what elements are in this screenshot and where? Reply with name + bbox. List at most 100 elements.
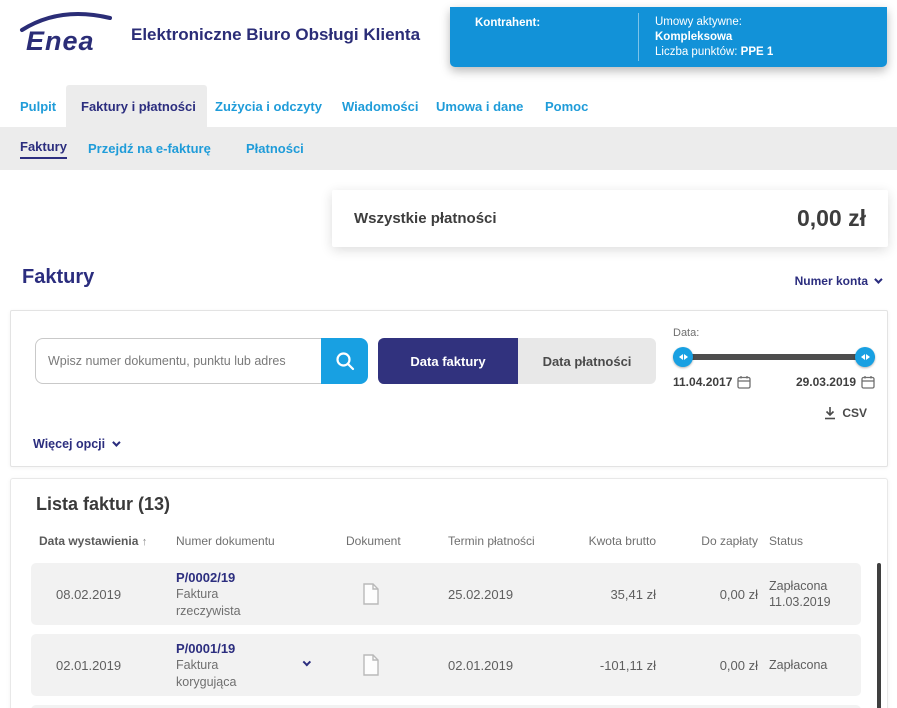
slider-handle-glyph — [866, 354, 870, 360]
invoice-type-label: Faktura korygująca — [176, 657, 281, 691]
date-to-calendar-button[interactable] — [861, 375, 875, 389]
calendar-icon — [861, 375, 875, 389]
nav-item-pulpit[interactable]: Pulpit — [20, 85, 56, 127]
search-bar — [35, 338, 368, 384]
cell-status: Zapłacona 11.03.2019 — [758, 578, 861, 610]
cell-issue-date: 08.02.2019 — [31, 587, 151, 602]
document-icon — [362, 654, 380, 676]
date-range-slider[interactable] — [673, 347, 875, 367]
column-header-due-date[interactable]: Termin płatności — [416, 534, 556, 548]
top-header: Enea Elektroniczne Biuro Obsługi Klienta… — [0, 0, 897, 70]
date-from-calendar-button[interactable] — [737, 375, 751, 389]
contracts-value: Kompleksowa — [655, 30, 887, 45]
summary-value: 0,00 zł — [797, 205, 866, 232]
date-to-value: 29.03.2019 — [796, 375, 856, 389]
date-range-group: Data: 11.04.2017 — [673, 327, 875, 389]
slider-handle-end[interactable] — [855, 347, 875, 367]
cell-to-pay-amount: 0,00 zł — [656, 587, 758, 602]
invoice-number-link[interactable]: P/0002/19 — [176, 569, 281, 586]
column-header-gross[interactable]: Kwota brutto — [556, 534, 656, 548]
toggle-data-faktury[interactable]: Data faktury — [378, 338, 518, 384]
cell-due-date: 02.01.2019 — [416, 658, 556, 673]
nav-item-faktury-i-platnosci[interactable]: Faktury i płatności — [81, 85, 196, 127]
nav-item-pomoc[interactable]: Pomoc — [545, 85, 588, 127]
subnav-item-platnosci[interactable]: Płatności — [246, 127, 304, 170]
column-header-status[interactable]: Status — [758, 534, 861, 548]
subnav-item-e-faktura[interactable]: Przejdź na e-fakturę — [88, 127, 211, 170]
date-from-value: 11.04.2017 — [673, 375, 732, 389]
logo-text: Enea — [26, 26, 95, 57]
points-label: Liczba punktów: — [655, 46, 737, 58]
contracts-label: Umowy aktywne: — [655, 15, 887, 30]
nav-item-wiadomosci[interactable]: Wiadomości — [342, 85, 418, 127]
date-to-group: 29.03.2019 — [796, 375, 875, 389]
toggle-data-platnosci[interactable]: Data płatności — [518, 338, 656, 384]
cell-gross-amount: -101,11 zł — [556, 658, 656, 673]
download-icon — [824, 407, 836, 420]
table-row: 08.02.2019 P/0002/19 Faktura rzeczywista… — [31, 563, 861, 625]
nav-item-umowa-i-dane[interactable]: Umowa i dane — [436, 85, 523, 127]
nav-item-zuzycia-i-odczyty[interactable]: Zużycia i odczyty — [215, 85, 322, 127]
sort-asc-icon: ↑ — [142, 536, 148, 548]
slider-handle-start[interactable] — [673, 347, 693, 367]
csv-export-link[interactable]: CSV — [824, 406, 867, 420]
date-range-label: Data: — [673, 327, 875, 339]
invoice-list-title: Lista faktur (13) — [36, 494, 170, 515]
summary-label: Wszystkie płatności — [354, 210, 497, 227]
points-value: PPE 1 — [741, 46, 774, 58]
page-title: Faktury — [22, 266, 94, 289]
cell-to-pay-amount: 0,00 zł — [656, 658, 758, 673]
column-header-to-pay[interactable]: Do zapłaty — [656, 534, 758, 548]
search-button[interactable] — [321, 338, 368, 384]
status-date: 11.03.2019 — [769, 594, 861, 610]
status-badge: Zapłacona — [769, 578, 861, 594]
column-header-issue-date[interactable]: Data wystawienia ↑ — [31, 534, 151, 548]
filter-panel: Data faktury Data płatności Data: 11.04.… — [10, 310, 888, 467]
list-scrollbar[interactable] — [877, 563, 881, 708]
cell-document-info: P/0001/19 Faktura korygująca — [151, 640, 281, 691]
slider-track — [673, 354, 875, 360]
sub-navigation: Faktury Przejdź na e-fakturę Płatności — [0, 127, 897, 170]
invoice-number-link[interactable]: P/0001/19 — [176, 640, 281, 657]
invoice-list-panel: Lista faktur (13) Data wystawienia ↑ Num… — [10, 478, 888, 708]
document-download-button[interactable] — [326, 654, 416, 676]
cell-due-date: 25.02.2019 — [416, 587, 556, 602]
expand-chevron-icon[interactable] — [302, 658, 310, 666]
cell-status: Zapłacona — [758, 657, 861, 673]
account-number-dropdown[interactable]: Numer konta — [795, 274, 880, 288]
column-header-document: Dokument — [326, 534, 416, 548]
invoice-rows: 08.02.2019 P/0002/19 Faktura rzeczywista… — [31, 563, 861, 708]
chevron-down-icon — [874, 275, 882, 283]
document-icon — [362, 583, 380, 605]
column-header-doc-number[interactable]: Numer dokumentu — [151, 534, 281, 548]
table-header-row: Data wystawienia ↑ Numer dokumentu Dokum… — [31, 534, 861, 548]
search-input[interactable] — [35, 338, 321, 384]
invoice-type-label: Faktura rzeczywista — [176, 586, 281, 620]
app-title: Elektroniczne Biuro Obsługi Klienta — [131, 25, 420, 45]
all-payments-summary-card: Wszystkie płatności 0,00 zł — [332, 190, 888, 247]
subnav-item-faktury[interactable]: Faktury — [20, 127, 67, 170]
calendar-icon — [737, 375, 751, 389]
date-from-group: 11.04.2017 — [673, 375, 751, 389]
ebok-page: Enea Elektroniczne Biuro Obsługi Klienta… — [0, 0, 897, 708]
cell-issue-date: 02.01.2019 — [31, 658, 151, 673]
search-icon — [335, 351, 355, 371]
document-download-button[interactable] — [326, 583, 416, 605]
date-values-row: 11.04.2017 29.03.2019 — [673, 375, 875, 389]
more-options-toggle[interactable]: Więcej opcji — [33, 437, 118, 451]
contract-details: Umowy aktywne: Kompleksowa Liczba punktó… — [639, 7, 887, 67]
cell-document-info: P/0002/19 Faktura rzeczywista — [151, 569, 281, 620]
cell-gross-amount: 35,41 zł — [556, 587, 656, 602]
contractor-label: Kontrahent: — [450, 7, 638, 67]
enea-logo[interactable]: Enea — [18, 8, 118, 60]
chevron-down-icon — [112, 438, 120, 446]
slider-handle-glyph — [861, 354, 865, 360]
date-type-toggle: Data faktury Data płatności — [378, 338, 656, 384]
points-line: Liczba punktów: PPE 1 — [655, 45, 887, 60]
contract-info-box: Kontrahent: Umowy aktywne: Kompleksowa L… — [450, 7, 887, 67]
status-badge: Zapłacona — [769, 657, 861, 673]
invoices-section-header: Faktury Numer konta — [0, 258, 897, 302]
csv-label: CSV — [842, 406, 867, 420]
cell-expand — [281, 662, 326, 668]
main-navigation: Pulpit Faktury i płatności Zużycia i odc… — [0, 85, 897, 127]
